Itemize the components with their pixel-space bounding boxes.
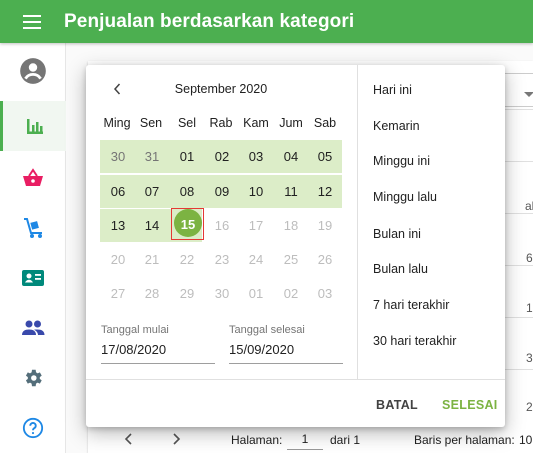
calendar-day[interactable]: 11 [274,175,308,208]
month-label: September 2020 [174,82,268,96]
prev-page-button[interactable] [120,431,136,447]
table-cell: 2 [526,400,533,414]
calendar-day[interactable]: 01 [170,140,204,173]
prev-month-button[interactable] [110,82,124,96]
calendar-day-selected[interactable]: 15 [171,208,205,241]
app-bar: Penjualan berdasarkan kategori [0,0,533,43]
page-input[interactable]: 1 [287,428,323,450]
chevron-down-icon [524,92,533,97]
sidebar-item-account[interactable] [0,46,66,96]
calendar-day[interactable]: 27 [101,277,135,310]
table-cell: 3 [526,351,533,365]
calendar-day[interactable]: 05 [308,140,342,173]
weekday-label: Ming [103,116,131,130]
calendar-day[interactable]: 24 [239,243,273,276]
calendar-day[interactable]: 21 [135,243,169,276]
table-cell: al [525,199,533,213]
date-range-picker: September 2020 Ming Sen Sel Rab Kam Jum … [86,65,505,427]
calendar-day[interactable]: 06 [101,175,135,208]
sidebar-item-sales[interactable] [0,153,66,203]
done-button[interactable]: SELESAI [442,398,498,412]
table-cell: 6 [526,251,533,265]
page-total: dari 1 [330,433,361,447]
calendar-day[interactable]: 23 [205,243,239,276]
calendar-day[interactable]: 25 [274,243,308,276]
preset-last-week[interactable]: Minggu lalu [373,190,437,204]
menu-icon[interactable] [0,0,64,43]
calendar-day[interactable]: 20 [101,243,135,276]
weekday-label: Sen [139,116,163,130]
calendar-day[interactable]: 17 [239,209,273,242]
calendar: September 2020 Ming Sen Sel Rab Kam Jum … [86,65,357,379]
calendar-day[interactable]: 10 [239,175,273,208]
calendar-day[interactable]: 18 [274,209,308,242]
weekday-label: Rab [209,116,233,130]
calendar-day[interactable]: 12 [308,175,342,208]
calendar-day[interactable]: 14 [135,209,169,242]
sidebar [0,43,66,453]
table-cell: 1 [526,301,533,315]
calendar-day[interactable]: 30 [205,277,239,310]
weekday-label: Sab [313,116,337,130]
calendar-day[interactable]: 28 [135,277,169,310]
rows-per-page-label: Baris per halaman: [414,433,515,447]
preset-last-7-days[interactable]: 7 hari terakhir [373,298,449,312]
start-date-field[interactable]: 17/08/2020 [101,342,166,357]
cancel-button[interactable]: BATAL [376,398,418,412]
calendar-day[interactable]: 09 [205,175,239,208]
calendar-day[interactable]: 03 [239,140,273,173]
preset-today[interactable]: Hari ini [373,83,412,97]
calendar-day[interactable]: 29 [170,277,204,310]
bar-chart-icon [26,119,43,134]
calendar-day[interactable]: 04 [274,140,308,173]
sidebar-item-settings[interactable] [0,353,66,403]
calendar-day[interactable]: 03 [308,277,342,310]
calendar-day[interactable]: 08 [170,175,204,208]
start-date-label: Tanggal mulai [101,324,169,336]
weekday-label: Jum [279,116,303,130]
account-circle-icon [20,58,46,84]
preset-last-30-days[interactable]: 30 hari terakhir [373,334,456,348]
chevron-left-icon [124,433,132,445]
people-icon [22,320,45,335]
chevron-right-icon [173,433,181,445]
calendar-day[interactable]: 30 [101,140,135,173]
preset-list: Hari ini Kemarin Minggu ini Minggu lalu … [357,65,505,379]
sidebar-item-inventory[interactable] [0,203,66,253]
end-date-field[interactable]: 15/09/2020 [229,342,294,357]
cart-dolly-icon [24,218,42,238]
sidebar-item-customers[interactable] [0,253,66,303]
picker-actions: BATAL SELESAI [86,379,505,427]
page-title: Penjualan berdasarkan kategori [64,10,355,32]
next-page-button[interactable] [169,431,185,447]
pagination-bar: Halaman: 1 dari 1 Baris per halaman: 10 [0,424,533,453]
calendar-day[interactable]: 19 [308,209,342,242]
gear-icon [25,369,42,387]
preset-this-week[interactable]: Minggu ini [373,154,430,168]
preset-this-month[interactable]: Bulan ini [373,227,421,241]
weekday-label: Sel [177,116,197,130]
basket-icon [23,168,43,186]
calendar-day[interactable]: 22 [170,243,204,276]
weekday-label: Kam [243,116,269,130]
calendar-day[interactable]: 13 [101,209,135,242]
calendar-day[interactable]: 26 [308,243,342,276]
calendar-day[interactable]: 07 [135,175,169,208]
calendar-day[interactable]: 02 [205,140,239,173]
calendar-day[interactable]: 16 [205,209,239,242]
preset-yesterday[interactable]: Kemarin [373,119,420,133]
end-date-label: Tanggal selesai [229,324,305,336]
sidebar-item-employees[interactable] [0,303,66,353]
calendar-day[interactable]: 01 [239,277,273,310]
contact-card-icon [22,270,44,286]
sidebar-item-reports[interactable] [0,101,66,151]
page-label: Halaman: [231,433,283,447]
rows-per-page-select[interactable]: 10 [519,433,532,447]
chevron-left-icon [113,83,121,95]
calendar-day[interactable]: 02 [274,277,308,310]
calendar-day[interactable]: 31 [135,140,169,173]
preset-last-month[interactable]: Bulan lalu [373,262,428,276]
